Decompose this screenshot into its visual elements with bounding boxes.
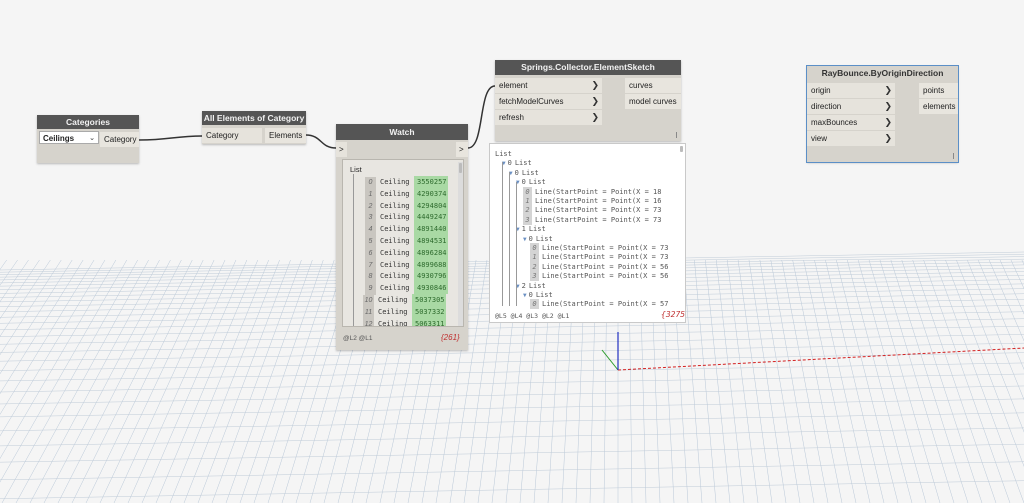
- x-axis-line: [617, 347, 1024, 371]
- workspace-canvas[interactable]: Categories Ceilings ⌄ Category All Eleme…: [0, 0, 1024, 503]
- y-axis-line: [601, 349, 619, 371]
- axis-gizmo: [601, 332, 1024, 371]
